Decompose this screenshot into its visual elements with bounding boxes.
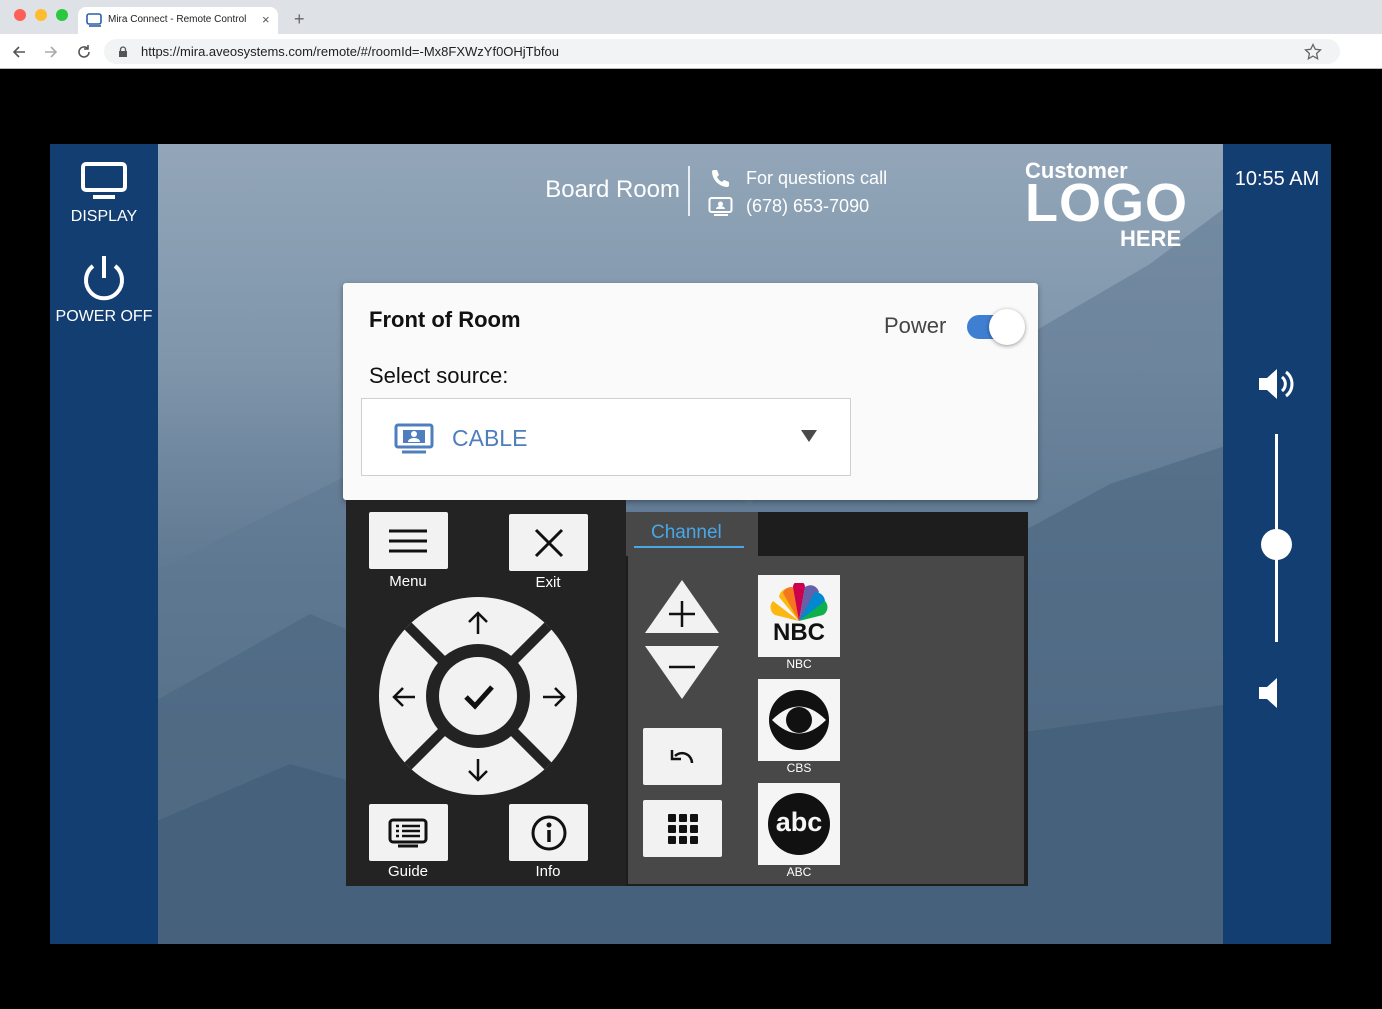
panel-title: Front of Room <box>369 307 521 332</box>
logo-main: LOGO <box>1025 173 1188 233</box>
volume-up-icon[interactable] <box>1256 366 1298 402</box>
cable-source-icon <box>394 423 434 454</box>
dpad-left-button[interactable] <box>384 676 424 720</box>
channel-tab[interactable]: Channel <box>626 512 758 556</box>
menu-icon <box>389 529 427 553</box>
maximize-window-icon[interactable] <box>56 9 68 21</box>
channel-up-button[interactable] <box>643 578 721 635</box>
phone-icon <box>712 170 729 187</box>
arrow-left-icon <box>392 687 415 707</box>
info-icon <box>531 815 567 851</box>
power-off-button[interactable]: POWER OFF <box>50 254 158 329</box>
source-select[interactable]: CABLE <box>361 398 851 476</box>
nbc-channel-button[interactable]: NBC <box>758 575 840 657</box>
display-icon <box>81 162 127 199</box>
select-source-label: Select source: <box>369 363 509 388</box>
menu-label: Menu <box>389 573 427 590</box>
reload-icon[interactable] <box>76 44 92 60</box>
app-screen: DISPLAY POWER OFF Board Room For questio… <box>50 144 1331 944</box>
back-icon[interactable] <box>11 44 27 60</box>
keypad-button[interactable] <box>643 800 722 857</box>
source-panel: Front of Room Power Select source: CABLE <box>343 283 1038 500</box>
logo-here: HERE <box>1120 226 1182 251</box>
phone-number: (678) 653-7090 <box>746 196 870 216</box>
keypad-icon <box>668 814 698 844</box>
room-name: Board Room <box>545 176 680 203</box>
volume-slider-thumb[interactable] <box>1261 529 1292 561</box>
power-toggle[interactable] <box>965 307 1029 347</box>
info-label: Info <box>535 863 561 880</box>
channel-down-icon <box>645 646 719 699</box>
nbc-logo-text: NBC <box>773 619 825 646</box>
channel-up-icon <box>645 580 719 633</box>
clock: 10:55 AM <box>1234 168 1320 190</box>
previous-channel-button[interactable] <box>643 728 722 785</box>
display-label: DISPLAY <box>70 208 138 225</box>
guide-label: Guide <box>387 863 429 880</box>
guide-button[interactable] <box>369 804 448 861</box>
exit-label: Exit <box>535 574 561 591</box>
abc-channel-button[interactable]: abc <box>758 783 840 865</box>
display-button[interactable]: DISPLAY <box>50 162 158 232</box>
tab-title: Mira Connect - Remote Control <box>108 14 247 25</box>
close-window-icon[interactable] <box>14 9 26 21</box>
channel-tab-label: Channel <box>651 522 722 543</box>
header-divider <box>688 166 690 216</box>
url-text: https://mira.aveosystems.com/remote/#/ro… <box>141 44 559 59</box>
nbc-peacock-icon <box>770 583 828 621</box>
power-toggle-knob <box>989 309 1025 345</box>
browser-tab[interactable]: Mira Connect - Remote Control × <box>78 7 278 34</box>
browser-toolbar: https://mira.aveosystems.com/remote/#/ro… <box>0 34 1382 69</box>
right-sidebar: 10:55 AM <box>1223 144 1331 944</box>
arrow-down-icon <box>468 759 488 782</box>
guide-icon <box>388 818 428 848</box>
undo-icon <box>670 750 694 764</box>
new-tab-icon[interactable]: + <box>294 9 305 30</box>
dpad-up-button[interactable] <box>453 603 503 643</box>
channel-body: NBC NBC CBS abc ABC <box>628 556 1024 884</box>
cbs-channel-button[interactable] <box>758 679 840 761</box>
remote-keypad: Menu Exit Guide Info <box>346 500 626 886</box>
minimize-window-icon[interactable] <box>35 9 47 21</box>
volume-down-icon[interactable] <box>1256 675 1298 711</box>
lock-icon <box>119 46 127 57</box>
questions-label: For questions call <box>746 168 888 188</box>
cbs-eye-icon <box>769 690 829 750</box>
dpad-right-button[interactable] <box>534 676 574 720</box>
browser-chrome: Mira Connect - Remote Control × + https:… <box>0 0 1382 69</box>
channel-panel: Channel NBC NBC CBS abc ABC <box>626 512 1028 886</box>
room-phone-icon <box>708 197 733 216</box>
address-bar[interactable]: https://mira.aveosystems.com/remote/#/ro… <box>104 39 1340 64</box>
tab-close-icon[interactable]: × <box>262 12 270 27</box>
dpad-down-button[interactable] <box>453 750 503 790</box>
chevron-down-icon <box>801 430 817 442</box>
close-icon <box>534 528 564 558</box>
power-label: Power <box>884 313 947 338</box>
dpad-ok-button[interactable] <box>450 668 508 726</box>
abc-logo-text: abc <box>775 807 823 837</box>
channel-down-button[interactable] <box>643 644 721 701</box>
arrow-right-icon <box>543 687 566 707</box>
arrow-up-icon <box>468 611 488 634</box>
abc-label: ABC <box>786 865 812 879</box>
exit-button[interactable] <box>509 514 588 571</box>
left-nav: DISPLAY POWER OFF <box>50 144 158 944</box>
checkmark-icon <box>464 685 494 710</box>
cbs-label: CBS <box>786 761 812 775</box>
tab-favicon-icon <box>86 13 102 27</box>
channel-tab-underline <box>634 546 744 548</box>
menu-button[interactable] <box>369 512 448 569</box>
forward-icon[interactable] <box>43 44 59 60</box>
power-icon <box>84 256 124 301</box>
nbc-label: NBC <box>786 657 812 671</box>
power-off-label: POWER OFF <box>55 308 153 325</box>
bookmark-star-icon[interactable] <box>1304 43 1322 61</box>
info-button[interactable] <box>509 804 588 861</box>
source-value: CABLE <box>452 425 528 451</box>
